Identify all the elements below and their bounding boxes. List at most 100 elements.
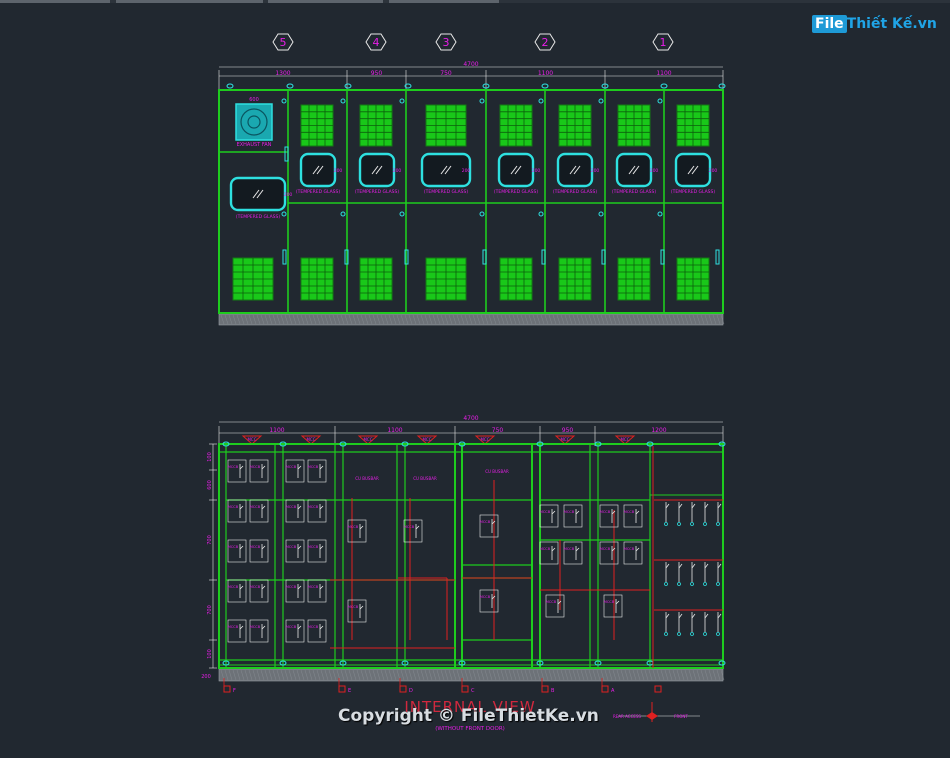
section-arrow-marker [654, 685, 662, 693]
glass-window-icon [497, 152, 535, 188]
glass-window-frame [497, 152, 535, 188]
section-arrow-label: A [611, 688, 615, 694]
breaker-contact [359, 525, 364, 530]
breaker-label: MCCB [624, 547, 635, 551]
glass-label-text: (TEMPERED GLASS) [494, 189, 539, 195]
breaker-contact [239, 625, 244, 630]
section-dimension-text: 750 [440, 70, 452, 77]
breaker-contact [319, 505, 324, 510]
breaker-symbol: MCCB [479, 514, 499, 538]
feeder-switch [717, 563, 722, 569]
glass-dimension-text: 200 [532, 168, 541, 174]
breaker-box [599, 541, 619, 565]
breaker-box [479, 589, 499, 613]
feeder-switch [717, 613, 722, 619]
breaker-label: MCCB [228, 585, 239, 589]
section-arrow-label: E [348, 688, 351, 694]
vent-grille-icon [300, 104, 334, 147]
breaker-box [285, 619, 305, 643]
breaker-label: MCCB [624, 510, 635, 514]
section-arrow-marker [338, 685, 346, 693]
outgoing-feeder-icon [703, 612, 709, 636]
glass-label-text: (TEMPERED GLASS) [553, 189, 598, 195]
outgoing-feeder-icon [677, 562, 683, 586]
breaker-contact [635, 547, 640, 552]
section-marker-label: 3 [443, 36, 450, 49]
outgoing-feeder-icon [690, 562, 696, 586]
breaker-symbol: MCCB [623, 541, 643, 565]
section-arrow-marker [541, 685, 549, 693]
door-hinge [479, 98, 485, 104]
section-marker-label: 2 [542, 36, 549, 49]
breaker-label: MCCB [308, 585, 319, 589]
breaker-contact [297, 465, 302, 470]
feeder-terminal [716, 582, 720, 586]
door-hinge [340, 211, 346, 217]
door-hinge [340, 98, 346, 104]
feeder-switch [704, 613, 709, 619]
lifting-eye [718, 83, 726, 89]
outgoing-feeder-icon [716, 562, 722, 586]
breaker-symbol: MCCB [347, 519, 367, 543]
feeder-switch [704, 563, 709, 569]
glass-window-icon [674, 152, 712, 188]
logo-text: Thiết Kế.vn [846, 16, 937, 32]
breaker-label: MCCB [286, 505, 297, 509]
door-hinge [399, 211, 405, 217]
outgoing-feeder-icon [677, 502, 683, 526]
glass-window-icon [358, 152, 396, 188]
glass-window-icon [229, 176, 287, 212]
internal-section-dimension: 1100 [387, 427, 402, 434]
breaker-label: MCCB [250, 545, 261, 549]
breaker-symbol: MCCB [285, 579, 305, 603]
feeder-switch [691, 613, 696, 619]
bottom-dimension-text: 200 [201, 674, 211, 680]
vent-grille-icon [499, 104, 533, 147]
feeder-terminal [703, 582, 707, 586]
vent-grille-icon [558, 257, 592, 301]
breaker-symbol: MCCB [227, 619, 247, 643]
vent-grille-icon [232, 257, 274, 301]
vent-grille-icon [499, 257, 533, 301]
logo-box-text: File [812, 15, 847, 33]
breaker-box [563, 504, 583, 528]
breaker-symbol: MCCB [227, 459, 247, 483]
outgoing-feeder-icon [664, 612, 670, 636]
breaker-symbol: MCCB [285, 539, 305, 563]
glass-window-frame [556, 152, 594, 188]
vent-grille-icon [425, 257, 467, 301]
height-dimension-text: 700 [207, 535, 213, 545]
breaker-box [249, 619, 269, 643]
door-hinge [657, 98, 663, 104]
breaker-contact [261, 505, 266, 510]
breaker-box [307, 619, 327, 643]
breaker-box [347, 599, 367, 623]
breaker-symbol: MCCB [249, 539, 269, 563]
side-note-text: FRONT [674, 714, 688, 719]
breaker-symbol: MCCB [623, 504, 643, 528]
breaker-symbol: MCCB [227, 539, 247, 563]
breaker-symbol: MCCB [227, 579, 247, 603]
vent-grille-icon [676, 257, 710, 301]
door-hinge [479, 211, 485, 217]
breaker-label: MCCB [546, 600, 557, 604]
feeder-terminal [703, 522, 707, 526]
breaker-box [227, 579, 247, 603]
breaker-symbol: MCCB [249, 619, 269, 643]
overall-dimension-text: 4700 [463, 61, 478, 68]
section-marker-label: 4 [373, 36, 380, 49]
cable-entry-tag: MCC [480, 437, 489, 442]
breaker-contact [261, 545, 266, 550]
breaker-label: MCCB [228, 545, 239, 549]
breaker-label: MCCB [250, 625, 261, 629]
section-arrow-marker [399, 685, 407, 693]
breaker-label: MCCB [308, 625, 319, 629]
outgoing-feeder-icon [690, 502, 696, 526]
glass-window-frame [299, 152, 337, 188]
door-hinge [657, 211, 663, 217]
breaker-symbol: MCCB [307, 459, 327, 483]
glass-label-text: (TEMPERED GLASS) [236, 214, 281, 220]
breaker-contact [297, 585, 302, 590]
cad-drawing-canvas[interactable]: 5 4 3 2 1 4700 1300 950 750 1100 1100 600 EXHAUST FA… [0, 3, 950, 754]
breaker-symbol: MCCB [347, 599, 367, 623]
